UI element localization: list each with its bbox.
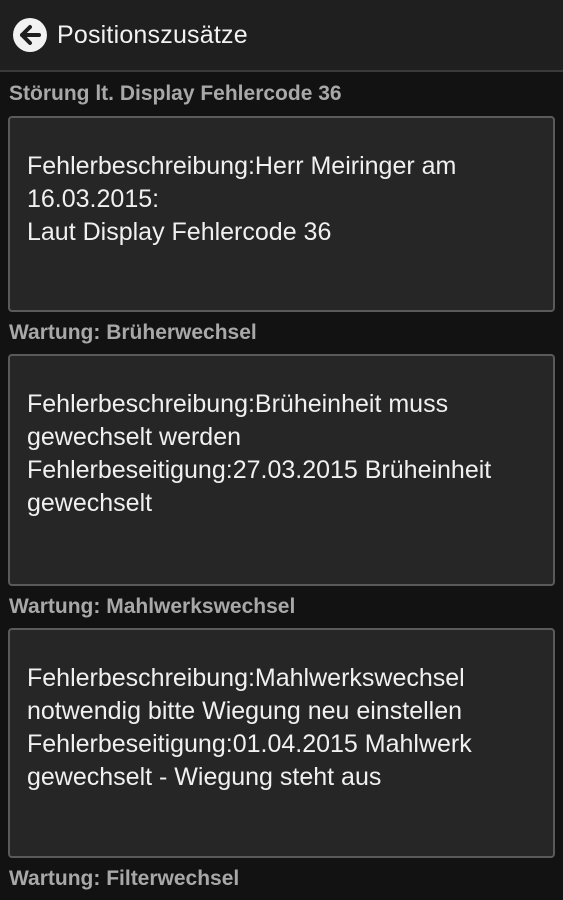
note-text-box[interactable]: Fehlerbeschreibung:Herr Meiringer am 16.… — [8, 116, 555, 312]
section-header: Störung lt. Display Fehlercode 36 — [9, 82, 342, 105]
positions-list: Störung lt. Display Fehlercode 36 Fehler… — [0, 72, 563, 900]
app-screen: Positionszusätze Störung lt. Display Feh… — [0, 0, 563, 900]
page-title: Positionszusätze — [57, 20, 248, 49]
section-header: Wartung: Filterwechsel — [9, 867, 240, 890]
back-button[interactable] — [9, 14, 51, 56]
note-text-box[interactable]: Fehlerbeschreibung:Brüheinheit muss gewe… — [8, 354, 555, 586]
arrow-left-circle-icon — [13, 18, 47, 52]
action-bar: Positionszusätze — [0, 0, 563, 72]
note-text-box[interactable]: Fehlerbeschreibung:Mahlwerkswechsel notw… — [8, 628, 555, 858]
section-header: Wartung: Brüherwechsel — [9, 321, 257, 344]
section-header: Wartung: Mahlwerkswechsel — [9, 595, 296, 618]
